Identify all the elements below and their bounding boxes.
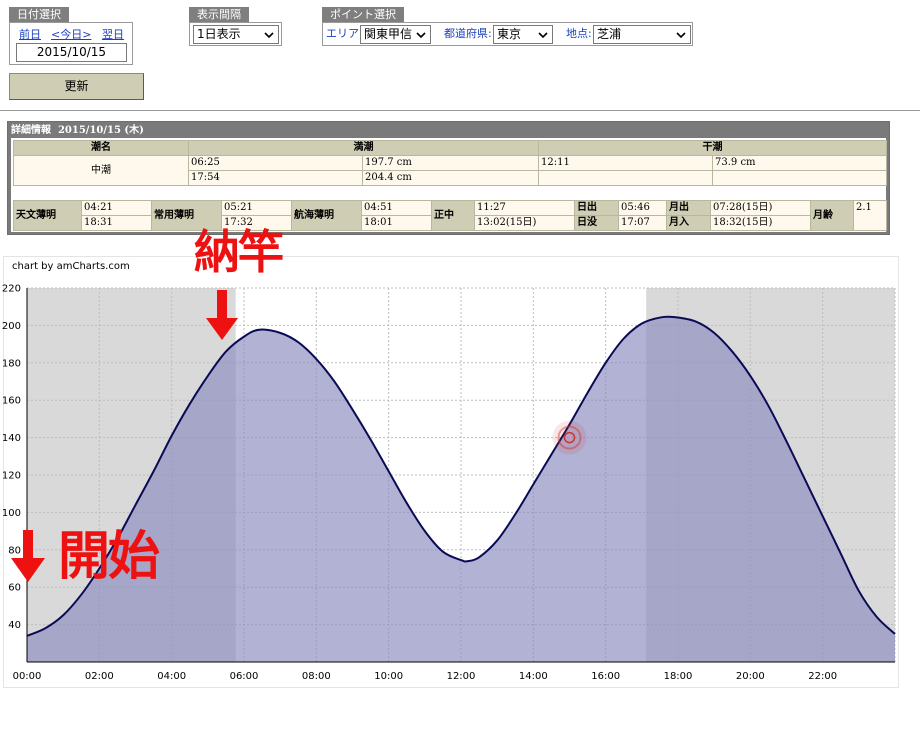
y-tick-label: 180: [2, 358, 21, 369]
x-tick-label: 10:00: [374, 671, 403, 682]
y-tick-label: 140: [2, 433, 21, 444]
x-tick-label: 14:00: [519, 671, 548, 682]
y-tick-label: 60: [8, 583, 21, 594]
x-tick-label: 18:00: [664, 671, 693, 682]
x-tick-label: 08:00: [302, 671, 331, 682]
x-tick-label: 06:00: [230, 671, 259, 682]
y-tick-label: 220: [2, 284, 21, 295]
arrow-down-icon: [11, 530, 45, 582]
x-tick-label: 04:00: [157, 671, 186, 682]
tide-chart[interactable]: 40608010012014016018020022000:00 02:00 04:…: [0, 0, 920, 739]
annotation-start-fishing: 開始: [58, 527, 160, 587]
x-tick-label: 20:00: [736, 671, 765, 682]
y-tick-label: 120: [2, 471, 21, 482]
x-tick-label: 22:00: [808, 671, 837, 682]
annotation-end-fishing: 納竿: [194, 225, 284, 279]
x-tick-label: 00:00: [13, 671, 42, 682]
arrow-down-icon: [206, 290, 238, 340]
x-tick-label: 16:00: [591, 671, 620, 682]
x-tick-label: 02:00: [85, 671, 114, 682]
y-tick-label: 160: [2, 396, 21, 407]
y-tick-label: 200: [2, 321, 21, 332]
y-tick-label: 100: [2, 508, 21, 519]
x-tick-label: 12:00: [447, 671, 476, 682]
y-tick-label: 40: [8, 620, 21, 631]
